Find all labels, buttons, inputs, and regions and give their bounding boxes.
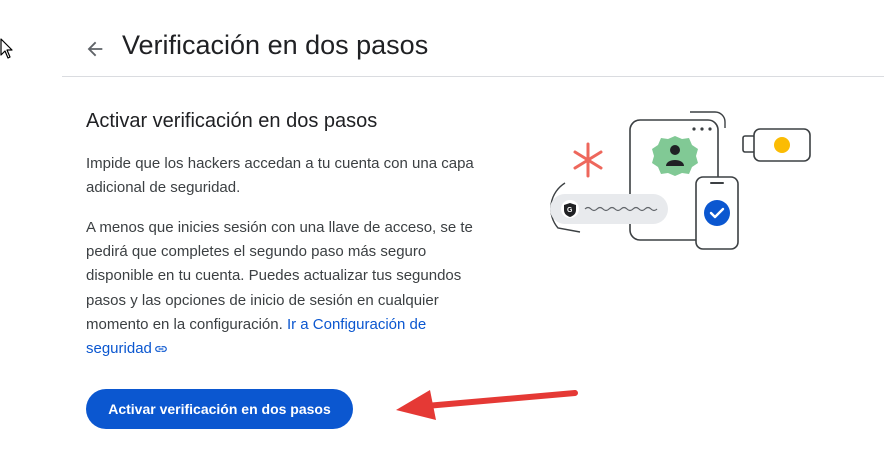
mouse-cursor-icon [0, 38, 13, 59]
header-divider [62, 76, 884, 77]
annotation-arrow [396, 390, 578, 420]
link-icon [155, 346, 167, 352]
intro-text: Impide que los hackers accedan a tu cuen… [86, 155, 474, 197]
red-asterisk-icon [573, 142, 603, 178]
checkmark-badge [704, 200, 730, 226]
security-key-button [774, 137, 790, 153]
section-title: Activar verificación en dos pasos [86, 110, 378, 132]
arrow-left-icon[interactable] [84, 38, 106, 60]
description-paragraph: A menos que inicies sesión con una llave… [86, 216, 486, 361]
page-title: Verificación en dos pasos [122, 30, 429, 60]
enable-2sv-button[interactable]: Activar verificación en dos pasos [86, 389, 353, 429]
two-step-illustration: G [550, 111, 811, 250]
svg-text:G: G [567, 207, 573, 214]
person-icon-head [670, 145, 680, 155]
